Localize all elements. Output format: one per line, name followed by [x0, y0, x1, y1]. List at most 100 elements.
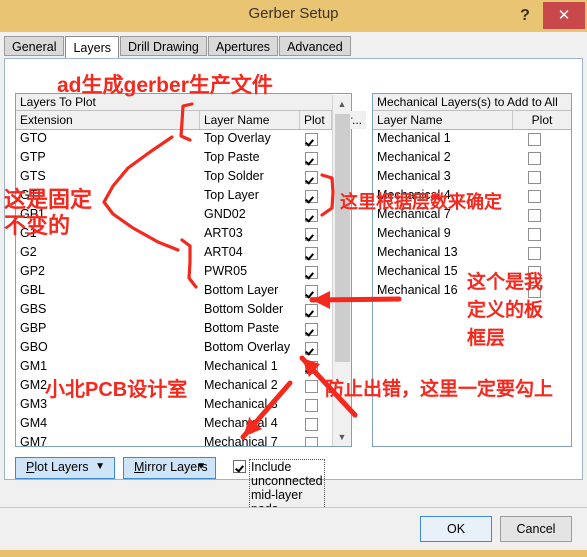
mechanical-plot-checkbox[interactable] [528, 152, 541, 165]
list-item[interactable]: Mechanical 9 [373, 225, 571, 244]
dialog-footer: OK Cancel [0, 507, 587, 550]
scroll-up-icon[interactable]: ▲ [333, 95, 351, 113]
layer-name: ART03 [204, 226, 243, 240]
layer-name: Bottom Overlay [204, 340, 291, 354]
plot-checkbox[interactable] [305, 266, 318, 279]
tab-advanced[interactable]: Advanced [279, 36, 351, 56]
mirror-layers-button[interactable]: Mirror Layers ▼ [123, 457, 216, 479]
mechanical-plot-checkbox[interactable] [528, 247, 541, 260]
chevron-down-icon: ▼ [95, 461, 105, 472]
layer-extension: GBP [20, 321, 47, 335]
layer-name: PWR05 [204, 264, 248, 278]
mechanical-layer-name: Mechanical 16 [377, 283, 458, 297]
table-row[interactable]: GTS Top Solder [16, 168, 332, 187]
column-header-mech-layer-name[interactable]: Layer Name [373, 111, 513, 129]
plot-checkbox[interactable] [305, 323, 318, 336]
plot-layers-label: lot Layers [34, 460, 89, 474]
close-icon[interactable]: ✕ [543, 2, 585, 29]
list-item[interactable]: Mechanical 3 [373, 168, 571, 187]
table-row[interactable]: G2 ART04 [16, 244, 332, 263]
list-item[interactable]: Mechanical 13 [373, 244, 571, 263]
tab-general[interactable]: General [4, 36, 65, 56]
mechanical-plot-checkbox[interactable] [528, 209, 541, 222]
mechanical-header: Layer Name Plot [373, 111, 571, 130]
plot-checkbox[interactable] [305, 304, 318, 317]
layer-extension: GTO [20, 131, 47, 145]
mechanical-plot-checkbox[interactable] [528, 190, 541, 203]
mechanical-plot-checkbox[interactable] [528, 171, 541, 184]
column-header-mech-plot[interactable]: Plot [513, 111, 571, 129]
plot-checkbox[interactable] [305, 152, 318, 165]
help-icon[interactable]: ? [511, 2, 539, 29]
plot-layers-button[interactable]: Plot Layers ▼ [15, 457, 115, 479]
plot-checkbox[interactable] [305, 342, 318, 355]
layer-name: GND02 [204, 207, 246, 221]
mechanical-layer-name: Mechanical 15 [377, 264, 458, 278]
layer-extension: GBO [20, 340, 48, 354]
plot-checkbox[interactable] [305, 247, 318, 260]
layer-name: Top Overlay [204, 131, 271, 145]
table-row[interactable]: GTO Top Overlay [16, 130, 332, 149]
tab-apertures[interactable]: Apertures [207, 36, 279, 56]
table-row[interactable]: GTP Top Paste [16, 149, 332, 168]
tab-layers[interactable]: Layers [65, 36, 120, 60]
annotation-layer-count-note: 这里根据层数来确定 [340, 192, 502, 212]
chevron-down-icon-2: ▼ [196, 461, 206, 472]
layer-name: ART04 [204, 245, 243, 259]
table-row[interactable]: GBS Bottom Solder [16, 301, 332, 320]
plot-checkbox[interactable] [305, 418, 318, 431]
layer-name: Top Layer [204, 188, 259, 202]
tab-drill-drawing[interactable]: Drill Drawing [120, 36, 207, 56]
tab-bar: General Layers Drill Drawing Apertures Advan… [4, 36, 352, 60]
layer-name: Top Solder [204, 169, 264, 183]
layer-name: Top Paste [204, 150, 260, 164]
layers-tab-panel: Layers To Plot Extension Layer Name Plot… [4, 58, 583, 517]
mechanical-group-title: Mechanical Layers(s) to Add to All Plots [373, 94, 571, 126]
annotation-must-check-note: 防止出错，这里一定要勾上 [325, 379, 554, 400]
cancel-button[interactable]: Cancel [500, 516, 572, 542]
table-row[interactable]: GBO Bottom Overlay [16, 339, 332, 358]
mechanical-plot-checkbox[interactable] [528, 133, 541, 146]
mechanical-layer-name: Mechanical 2 [377, 150, 451, 164]
layer-extension: GTP [20, 150, 46, 164]
layer-name: Mechanical 3 [204, 397, 278, 411]
layer-name: Bottom Paste [204, 321, 280, 335]
plot-checkbox[interactable] [305, 285, 318, 298]
plot-checkbox[interactable] [305, 399, 318, 412]
list-item[interactable]: Mechanical 1 [373, 130, 571, 149]
scrollbar-thumb[interactable] [335, 114, 350, 362]
page-title: Gerber Setup [248, 5, 339, 22]
mechanical-layer-name: Mechanical 9 [377, 226, 451, 240]
layer-name: Mechanical 1 [204, 359, 278, 373]
table-row[interactable]: GBP Bottom Paste [16, 320, 332, 339]
layer-extension: GM2 [20, 378, 48, 392]
table-row[interactable]: GM4 Mechanical 4 [16, 415, 332, 434]
scroll-down-icon[interactable]: ▼ [333, 428, 351, 446]
mechanical-layer-name: Mechanical 1 [377, 131, 451, 145]
plot-checkbox[interactable] [305, 380, 318, 393]
ok-button[interactable]: OK [420, 516, 492, 542]
plot-checkbox[interactable] [305, 133, 318, 146]
list-item[interactable]: Mechanical 2 [373, 149, 571, 168]
column-header-plot[interactable]: Plot [300, 111, 332, 129]
layer-extension: GM4 [20, 416, 48, 430]
table-row[interactable]: GM1 Mechanical 1 [16, 358, 332, 377]
column-header-extension[interactable]: Extension [16, 111, 200, 129]
layer-extension: GM7 [20, 435, 48, 446]
column-header-layer-name[interactable]: Layer Name [200, 111, 300, 129]
table-row[interactable]: GP2 PWR05 [16, 263, 332, 282]
plot-checkbox[interactable] [305, 171, 318, 184]
mechanical-layer-name: Mechanical 13 [377, 245, 458, 259]
table-row[interactable]: GM7 Mechanical 7 [16, 434, 332, 446]
plot-checkbox[interactable] [305, 209, 318, 222]
annotation-fixed-note-2: 不变的 [4, 213, 71, 238]
checkbox-glyph[interactable] [233, 460, 246, 473]
layer-name: Mechanical 7 [204, 435, 278, 446]
table-row[interactable]: GBL Bottom Layer [16, 282, 332, 301]
plot-checkbox[interactable] [305, 361, 318, 374]
mechanical-plot-checkbox[interactable] [528, 228, 541, 241]
plot-checkbox[interactable] [305, 228, 318, 241]
dialog-client: General Layers Drill Drawing Apertures Advan… [0, 32, 587, 517]
plot-checkbox[interactable] [305, 190, 318, 203]
plot-checkbox[interactable] [305, 437, 318, 446]
